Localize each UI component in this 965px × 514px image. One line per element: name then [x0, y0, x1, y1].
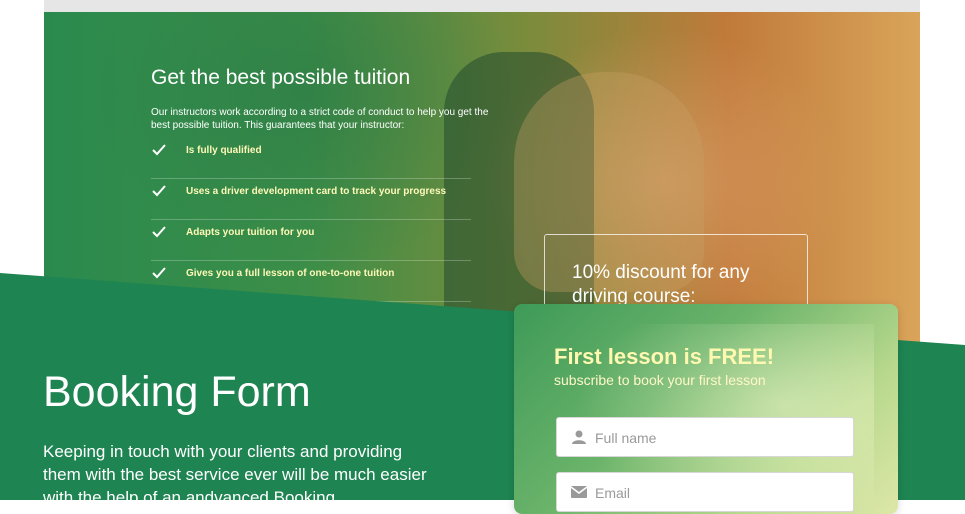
email-input[interactable]	[593, 473, 847, 513]
booking-description: Keeping in touch with your clients and p…	[43, 442, 427, 507]
envelope-icon	[571, 486, 587, 498]
fullname-input[interactable]	[593, 418, 847, 458]
email-field[interactable]	[556, 472, 854, 513]
booking-form-card: First lesson is FREE! subscribe to book …	[514, 304, 898, 514]
fullname-field[interactable]	[556, 417, 854, 458]
user-icon	[572, 430, 586, 444]
booking-title: Booking Form	[43, 368, 311, 416]
form-subheading: subscribe to book your first lesson	[554, 372, 766, 388]
form-heading: First lesson is FREE!	[554, 344, 775, 369]
